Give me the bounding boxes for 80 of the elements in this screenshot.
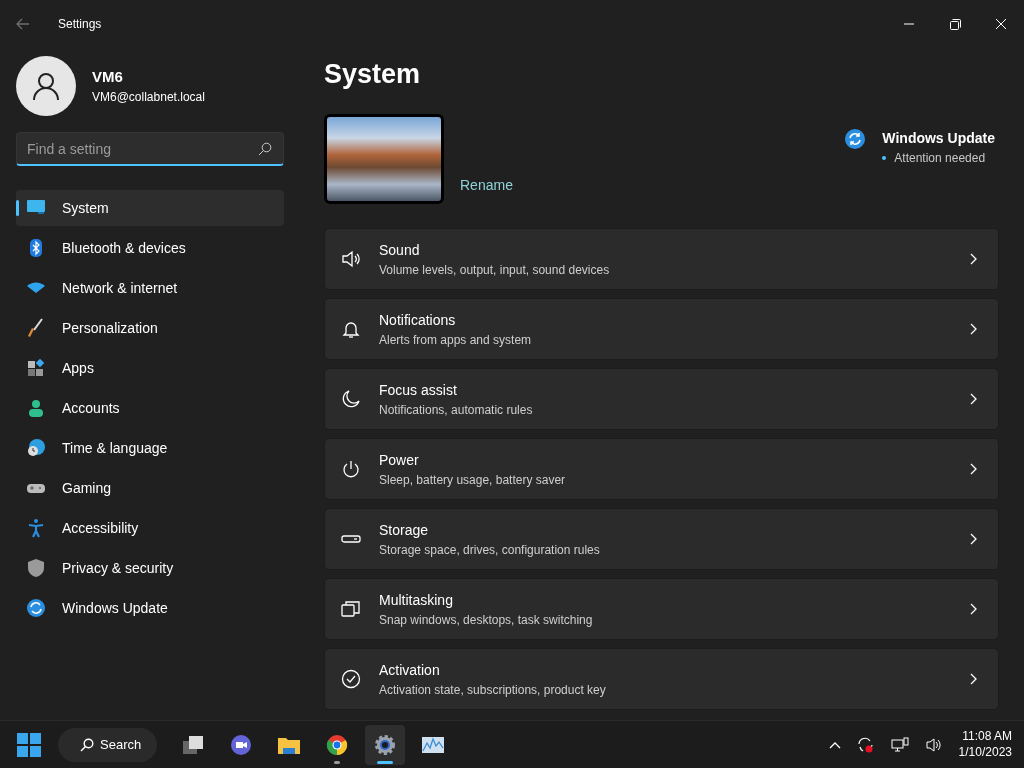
- settings-row[interactable]: Multitasking Snap windows, desktops, task switching: [324, 578, 999, 641]
- avatar: [16, 56, 76, 116]
- sidebar-item[interactable]: Personalization: [16, 310, 284, 346]
- clock-date[interactable]: 1/10/2023: [958, 744, 1012, 761]
- windows-overlap-icon: [341, 599, 361, 620]
- close-icon: [996, 19, 1006, 29]
- taskbar-app-button[interactable]: [365, 724, 406, 765]
- clock-time[interactable]: 11:08 AM: [958, 728, 1012, 745]
- setting-title: Notifications: [379, 310, 457, 330]
- chevron-right-icon: [970, 673, 978, 686]
- settings-row[interactable]: Notifications Alerts from apps and system: [324, 298, 999, 361]
- settings-row[interactable]: Activation Activation state, subscriptions, product key: [324, 648, 999, 711]
- paintbrush-icon: [26, 318, 46, 338]
- restore-icon: [949, 18, 961, 30]
- settings-row[interactable]: Power Sleep, battery usage, battery saver: [324, 438, 999, 501]
- sidebar-item[interactable]: Apps: [16, 350, 284, 386]
- search-icon[interactable]: [258, 142, 272, 156]
- status-dot-icon: [882, 155, 887, 160]
- chevron-right-icon: [970, 323, 978, 336]
- sidebar-item[interactable]: Gaming: [16, 470, 284, 506]
- taskbar-search-button[interactable]: Search: [58, 727, 158, 762]
- sync-alert-icon[interactable]: [856, 735, 875, 754]
- setting-description: Activation state, subscriptions, product key: [379, 681, 607, 699]
- page-title: System: [324, 58, 422, 91]
- setting-title: Storage: [379, 520, 430, 540]
- start-icon[interactable]: [16, 731, 42, 758]
- rename-link[interactable]: Rename: [460, 175, 513, 197]
- setting-title: Multitasking: [379, 590, 454, 610]
- update-title: Windows Update: [882, 128, 995, 148]
- update-icon: [844, 127, 867, 150]
- video-chat-icon: [229, 732, 254, 757]
- bell-icon: [341, 319, 361, 340]
- setting-description: Alerts from apps and system: [379, 331, 533, 349]
- check-circle-icon: [341, 669, 361, 690]
- update-status: Attention needed: [894, 149, 986, 167]
- setting-description: Sleep, battery usage, battery saver: [379, 471, 567, 489]
- user-email: VM6@collabnet.local: [92, 89, 205, 107]
- setting-title: Sound: [379, 240, 421, 260]
- search-icon: [80, 737, 94, 752]
- volume-icon[interactable]: [924, 736, 943, 753]
- accessibility-icon: [26, 518, 46, 538]
- chevron-right-icon: [970, 463, 978, 476]
- sidebar-item[interactable]: Privacy & security: [16, 550, 284, 586]
- settings-row[interactable]: Storage Storage space, drives, configuration rules: [324, 508, 999, 571]
- setting-description: Volume levels, output, input, sound devices: [379, 261, 611, 279]
- chevron-right-icon: [970, 253, 978, 266]
- search-field[interactable]: Find a setting: [16, 132, 284, 166]
- shield-icon: [26, 558, 46, 578]
- window-title: Settings: [57, 16, 102, 33]
- person-icon: [26, 398, 46, 418]
- sidebar-item[interactable]: Network & internet: [16, 270, 284, 306]
- settings-row[interactable]: Focus assist Notifications, automatic rules: [324, 368, 999, 431]
- moon-icon: [341, 389, 361, 410]
- sidebar-item[interactable]: Bluetooth & devices: [16, 230, 284, 266]
- chevron-right-icon: [970, 603, 978, 616]
- settings-row[interactable]: Sound Volume levels, output, input, sound devices: [324, 228, 999, 291]
- power-icon: [341, 459, 361, 480]
- user-name: VM6: [92, 66, 124, 87]
- globe-clock-icon: [26, 438, 46, 458]
- setting-title: Focus assist: [379, 380, 458, 400]
- gear-icon: [373, 732, 398, 757]
- sidebar-item[interactable]: System: [16, 190, 284, 226]
- chevron-right-icon: [970, 393, 978, 406]
- setting-title: Activation: [379, 660, 441, 680]
- chevron-up-icon[interactable]: [828, 740, 841, 749]
- apps-icon: [26, 358, 46, 378]
- sidebar-item[interactable]: Accessibility: [16, 510, 284, 546]
- speaker-icon: [341, 249, 361, 270]
- setting-description: Snap windows, desktops, task switching: [379, 611, 594, 629]
- back-arrow-icon[interactable]: [16, 18, 30, 30]
- browser-icon: [325, 732, 350, 757]
- update-icon: [26, 598, 46, 618]
- sidebar-item[interactable]: Accounts: [16, 390, 284, 426]
- sidebar-item[interactable]: Windows Update: [16, 590, 284, 626]
- setting-description: Storage space, drives, configuration rules: [379, 541, 601, 559]
- network-monitor-icon[interactable]: [890, 736, 909, 753]
- sidebar-item[interactable]: Time & language: [16, 430, 284, 466]
- setting-title: Power: [379, 450, 420, 470]
- chevron-right-icon: [970, 533, 978, 546]
- setting-description: Notifications, automatic rules: [379, 401, 534, 419]
